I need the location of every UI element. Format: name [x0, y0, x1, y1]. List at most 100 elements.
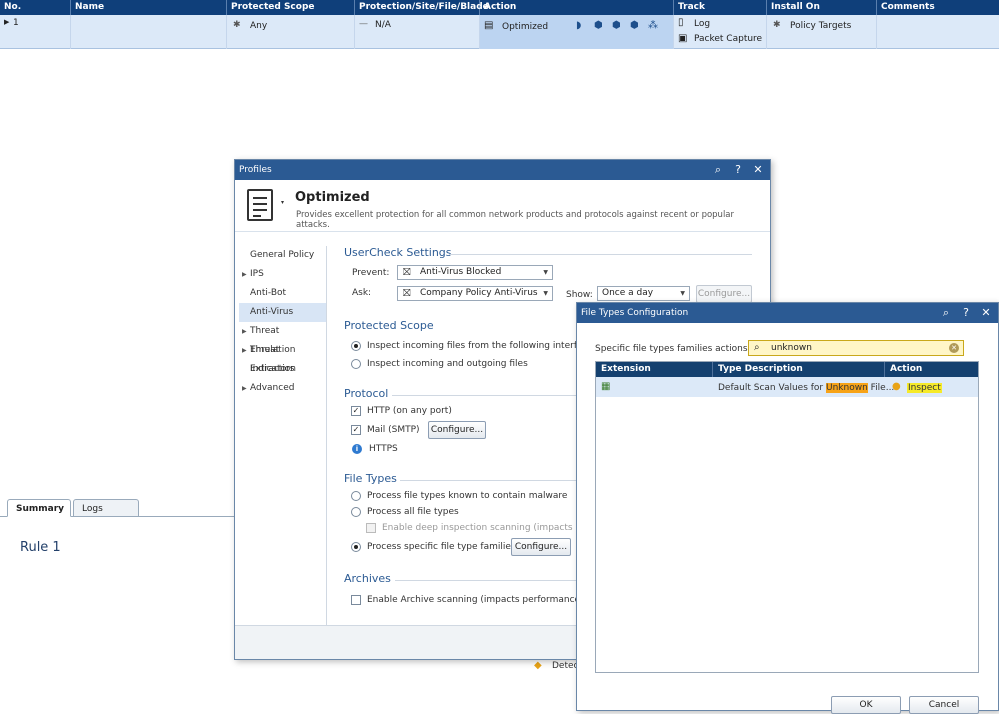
- profile-header: ▾ Optimized Provides excellent protectio…: [235, 180, 770, 232]
- track-log: Log: [694, 19, 711, 29]
- expand-arrow-icon: ▶: [242, 271, 247, 278]
- cell-track[interactable]: ▯ Log ▣ Packet Capture: [674, 15, 767, 49]
- usercheck-icon: ⛝: [403, 267, 411, 278]
- close-icon[interactable]: ✕: [750, 162, 766, 178]
- col-extension[interactable]: Extension: [596, 362, 713, 377]
- track-packet-capture: Packet Capture: [694, 34, 763, 44]
- col-track[interactable]: Track: [674, 0, 767, 15]
- cell-action[interactable]: ▤ Optimized ◗ ⬢ ⬢ ⬢ ⁂: [480, 15, 674, 49]
- nav-anti-bot[interactable]: Anti-Bot: [239, 284, 326, 303]
- file-type-row[interactable]: ▦ Default Scan Values for Unknown File..…: [596, 377, 978, 397]
- rule-number: 1: [13, 18, 19, 28]
- expand-arrow-icon[interactable]: ▶: [4, 18, 9, 26]
- http-checkbox[interactable]: ✓: [351, 406, 361, 416]
- show-label: Show:: [566, 290, 593, 300]
- action-value[interactable]: Inspect: [907, 383, 942, 393]
- section-divider: [449, 254, 752, 255]
- all-file-types-label: Process all file types: [367, 507, 459, 517]
- log-icon: ▯: [678, 17, 684, 28]
- clear-icon[interactable]: ✕: [949, 343, 959, 353]
- cell-protection[interactable]: — N/A: [355, 15, 480, 49]
- section-divider: [392, 395, 577, 396]
- usercheck-configure-button[interactable]: Configure...: [696, 285, 752, 303]
- protected-scope-value: Any: [250, 21, 268, 31]
- cell-install-on[interactable]: ✱ Policy Targets: [767, 15, 877, 49]
- file-types-grid-header: Extension Type Description Action: [596, 362, 978, 377]
- close-icon[interactable]: ✕: [978, 305, 994, 321]
- archive-checkbox[interactable]: [351, 595, 361, 605]
- col-name[interactable]: Name: [71, 0, 227, 15]
- ask-select[interactable]: ⛝ Company Policy Anti-Virus ▼: [397, 286, 553, 301]
- detect-label: Detec: [552, 661, 579, 671]
- prevent-label: Prevent:: [352, 268, 390, 278]
- protection-value: N/A: [375, 20, 391, 30]
- profile-doc-icon: [247, 189, 273, 221]
- deep-inspection-checkbox[interactable]: [366, 523, 376, 533]
- col-action[interactable]: Action: [480, 0, 674, 15]
- all-file-types-radio[interactable]: [351, 507, 361, 517]
- cell-comments[interactable]: [877, 15, 999, 49]
- search-highlight: Unknown: [826, 383, 868, 393]
- col-no[interactable]: No.: [0, 0, 71, 15]
- nav-anti-virus[interactable]: Anti-Virus: [239, 303, 326, 322]
- search-icon[interactable]: ⌕: [710, 162, 726, 178]
- file-types-search-input[interactable]: ⌕ unknown ✕: [748, 340, 964, 356]
- ok-button[interactable]: OK: [831, 696, 901, 714]
- col-action[interactable]: Action: [885, 362, 978, 377]
- inspect-icon: ●: [892, 381, 901, 392]
- smtp-label: Mail (SMTP): [367, 425, 420, 435]
- chevron-down-icon: ▼: [543, 269, 548, 276]
- show-select[interactable]: Once a day ▼: [597, 286, 690, 301]
- known-malware-label: Process file types known to contain malw…: [367, 491, 568, 501]
- cancel-button[interactable]: Cancel: [909, 696, 979, 714]
- nav-indicators[interactable]: Indicators: [239, 360, 326, 379]
- antivirus-icon: ⬢: [612, 20, 621, 31]
- col-comments[interactable]: Comments: [877, 0, 999, 15]
- file-types-section-title: File Types: [344, 472, 397, 485]
- http-label: HTTP (on any port): [367, 406, 452, 416]
- help-icon[interactable]: ?: [958, 305, 974, 321]
- cell-name[interactable]: [71, 15, 227, 49]
- inspect-all-radio[interactable]: [351, 359, 361, 369]
- ask-label: Ask:: [352, 288, 372, 298]
- profile-menu-arrow-icon[interactable]: ▾: [281, 199, 284, 206]
- file-types-grid: Extension Type Description Action ▦ Defa…: [595, 361, 979, 673]
- prevent-select[interactable]: ⛝ Anti-Virus Blocked ▼: [397, 265, 553, 280]
- specific-families-radio[interactable]: [351, 542, 361, 552]
- nav-advanced[interactable]: ▶ Advanced: [239, 379, 326, 398]
- cell-protected-scope[interactable]: ✱ Any: [227, 15, 355, 49]
- tab-logs[interactable]: Logs: [73, 499, 139, 517]
- archive-label: Enable Archive scanning (impacts perform…: [367, 595, 584, 605]
- search-icon: ⌕: [754, 342, 760, 353]
- tab-summary[interactable]: Summary: [7, 499, 71, 517]
- usercheck-section-title: UserCheck Settings: [344, 246, 452, 259]
- file-types-dialog: File Types Configuration ⌕ ? ✕ Specific …: [576, 302, 999, 714]
- smtp-configure-button[interactable]: Configure...: [428, 421, 486, 439]
- policy-rule-row[interactable]: ▶ 1 ✱ Any — N/A ▤ Optimized ◗ ⬢ ⬢ ⬢ ⁂ ▯ …: [0, 15, 999, 49]
- help-icon[interactable]: ?: [730, 162, 746, 178]
- rule-title: Rule 1: [20, 540, 61, 555]
- packet-capture-icon: ▣: [678, 33, 688, 44]
- nav-general-policy[interactable]: General Policy: [239, 246, 326, 265]
- cell-no[interactable]: ▶ 1: [0, 15, 71, 49]
- action-value: Optimized: [502, 22, 549, 32]
- profile-nav: General Policy ▶ IPS Anti-Bot Anti-Virus …: [239, 246, 326, 398]
- nav-ips[interactable]: ▶ IPS: [239, 265, 326, 284]
- col-type-description[interactable]: Type Description: [713, 362, 885, 377]
- install-on-value: Policy Targets: [790, 21, 852, 31]
- search-label: Specific file types families actions:: [595, 344, 751, 354]
- specific-families-label: Process specific file type families: [367, 542, 516, 552]
- expand-arrow-icon: ▶: [242, 328, 247, 335]
- protected-scope-section-title: Protected Scope: [344, 319, 434, 332]
- col-install-on[interactable]: Install On: [767, 0, 877, 15]
- smtp-checkbox[interactable]: ✓: [351, 425, 361, 435]
- known-malware-radio[interactable]: [351, 491, 361, 501]
- info-icon: i: [352, 444, 362, 454]
- nav-threat-extraction[interactable]: ▶ Threat Extraction: [239, 341, 326, 374]
- search-icon[interactable]: ⌕: [938, 305, 954, 321]
- nav-threat-emulation[interactable]: ▶ Threat Emulation: [239, 322, 326, 355]
- col-protected-scope[interactable]: Protected Scope: [227, 0, 355, 15]
- file-types-configure-button[interactable]: Configure...: [511, 538, 571, 556]
- col-protection[interactable]: Protection/Site/File/Blade: [355, 0, 489, 15]
- inspect-incoming-radio[interactable]: [351, 341, 361, 351]
